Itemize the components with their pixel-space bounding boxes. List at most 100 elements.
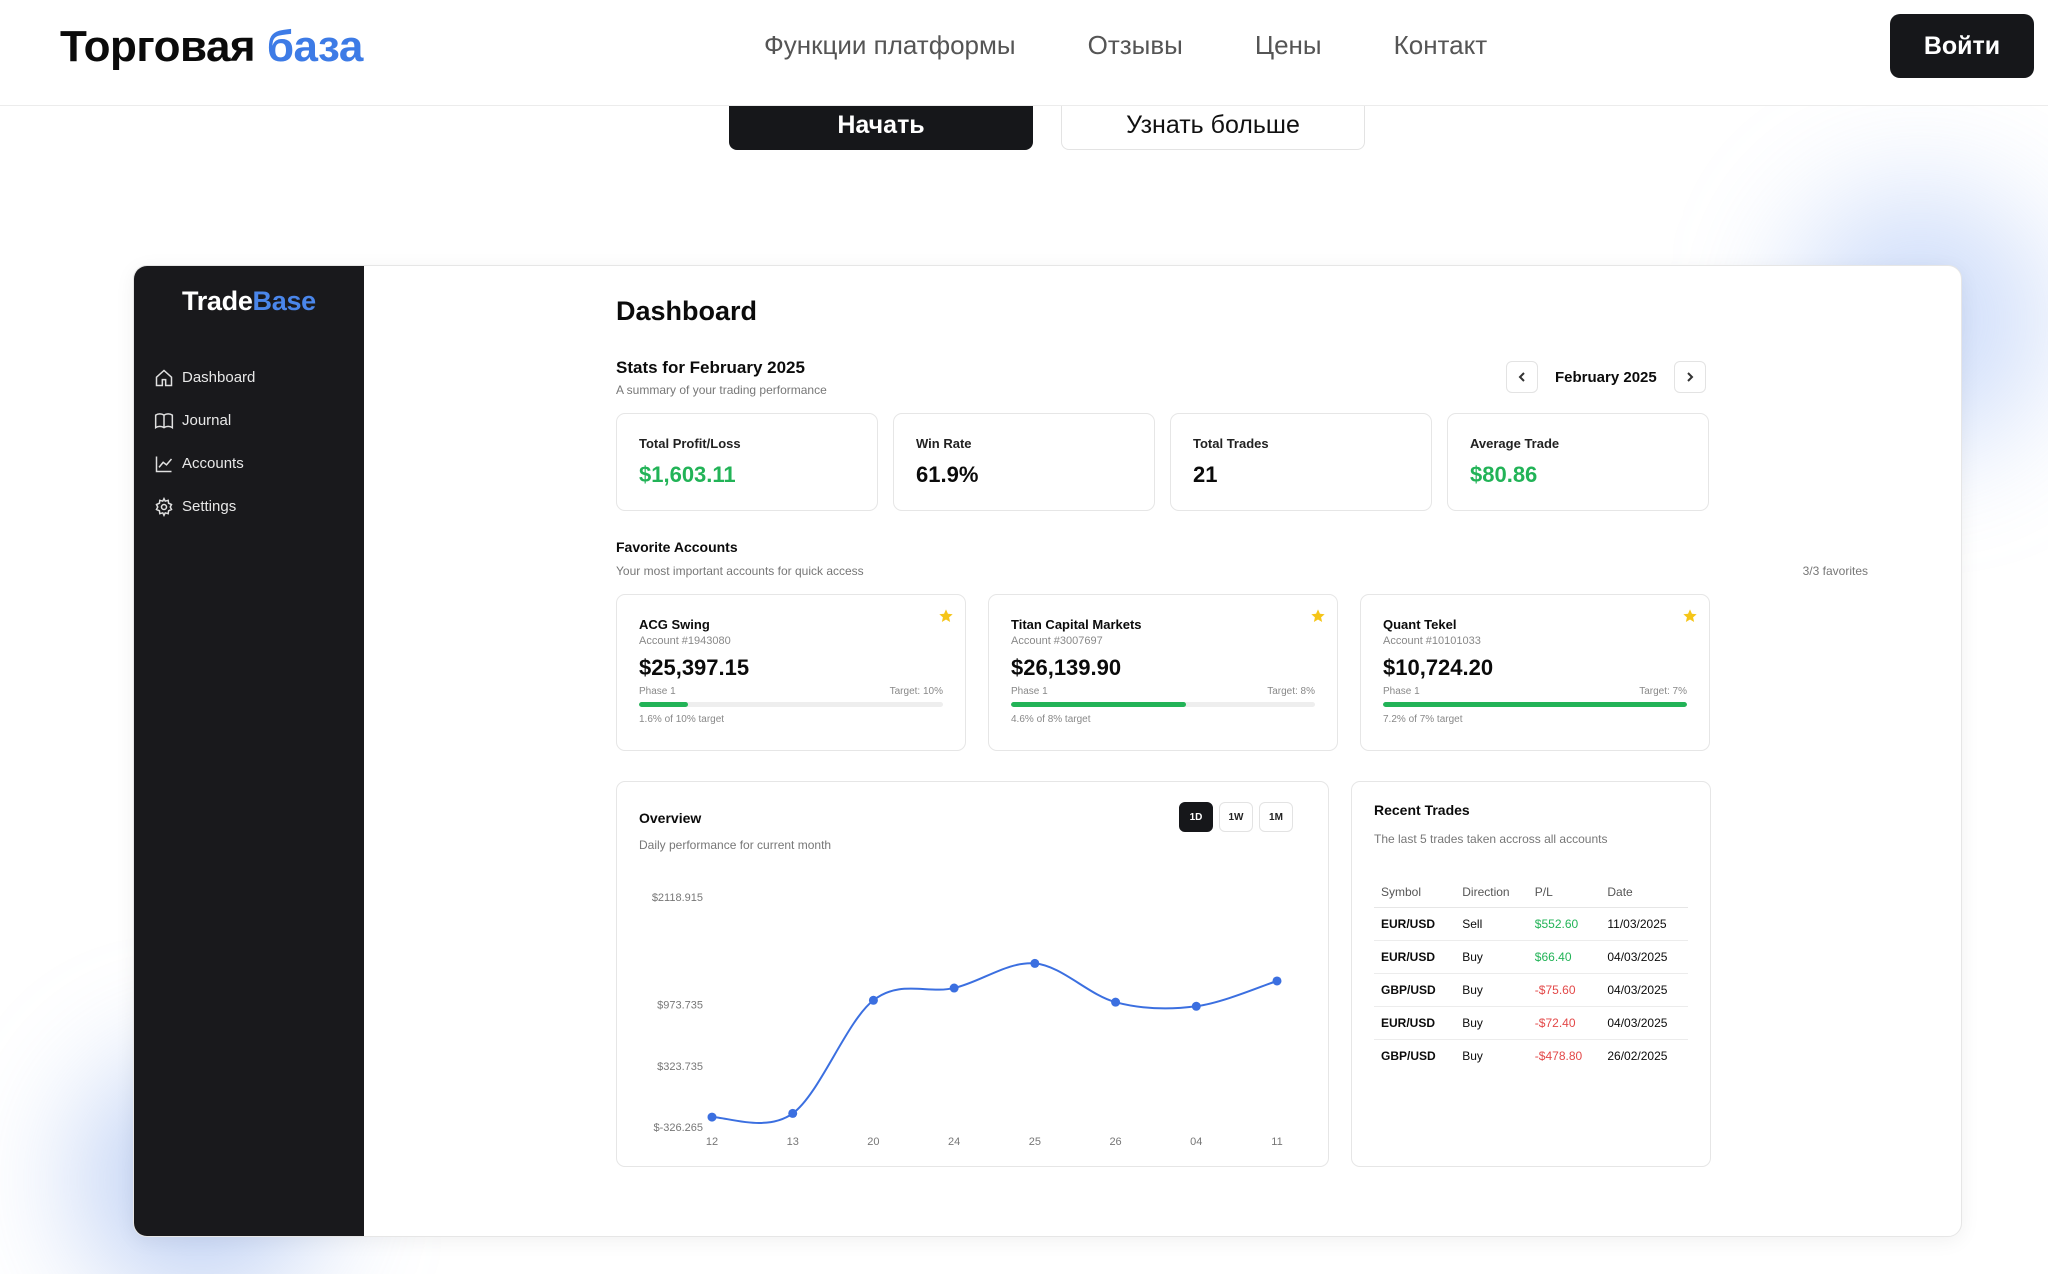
login-button[interactable]: Войти (1890, 14, 2034, 78)
y-tick-label: $2118.915 (652, 892, 703, 904)
account-meta: Phase 1 Target: 7% (1383, 686, 1687, 697)
home-icon (155, 368, 173, 386)
sidebar-item-dashboard[interactable]: Dashboard (154, 356, 255, 399)
x-tick-label: 13 (787, 1136, 799, 1148)
sidebar-item-label: Journal (182, 412, 232, 429)
x-tick-label: 24 (948, 1136, 960, 1148)
table-row[interactable]: EUR/USD Buy -$72.40 04/03/2025 (1374, 1006, 1688, 1040)
data-point[interactable] (949, 983, 959, 993)
star-icon[interactable] (938, 608, 954, 624)
trade-date: 04/03/2025 (1600, 1006, 1688, 1040)
brand-accent: база (266, 22, 363, 71)
sidebar-item-settings[interactable]: Settings (154, 485, 255, 528)
account-target: Target: 7% (1639, 686, 1687, 697)
nav-link-features[interactable]: Функции платформы (764, 30, 1016, 61)
account-card[interactable]: Titan Capital Markets Account #3007697 $… (988, 594, 1338, 751)
account-card[interactable]: Quant Tekel Account #10101033 $10,724.20… (1360, 594, 1710, 751)
app-sidebar: TradeBase Dashboard Journal Accounts Set… (134, 266, 364, 1236)
trade-pl: -$72.40 (1527, 1006, 1601, 1040)
data-point[interactable] (1272, 976, 1282, 986)
progress-bar (1011, 702, 1315, 707)
chart-line-icon (155, 456, 173, 472)
x-tick-label: 12 (706, 1136, 718, 1148)
page-title: Dashboard (616, 296, 758, 326)
stats-title: Stats for February 2025 (616, 358, 805, 377)
x-tick-label: 20 (867, 1136, 879, 1148)
progress-fill (1383, 702, 1687, 707)
range-1w-button[interactable]: 1W (1219, 802, 1253, 832)
dashboard-preview: TradeBase Dashboard Journal Accounts Set… (133, 265, 1962, 1237)
data-point[interactable] (1191, 1001, 1201, 1011)
sidebar-item-label: Dashboard (182, 369, 256, 386)
account-number: Account #10101033 (1383, 635, 1481, 647)
star-icon[interactable] (1310, 608, 1326, 624)
table-row[interactable]: EUR/USD Buy $66.40 04/03/2025 (1374, 940, 1688, 974)
next-month-button[interactable] (1673, 361, 1706, 393)
data-point[interactable] (1111, 997, 1121, 1007)
x-tick-label: 25 (1029, 1136, 1041, 1148)
account-target: Target: 10% (889, 686, 943, 697)
trade-symbol: EUR/USD (1374, 1006, 1456, 1040)
stat-label: Total Profit/Loss (639, 436, 741, 451)
account-meta: Phase 1 Target: 8% (1011, 686, 1315, 697)
current-month: February 2025 (1555, 368, 1657, 386)
overview-subtitle: Daily performance for current month (639, 838, 832, 852)
app-logo[interactable]: TradeBase (182, 286, 316, 317)
data-point[interactable] (868, 995, 878, 1005)
range-1m-button[interactable]: 1M (1259, 802, 1293, 832)
account-target: Target: 8% (1267, 686, 1315, 697)
nav-link-pricing[interactable]: Цены (1255, 30, 1322, 61)
account-name: ACG Swing (639, 617, 710, 632)
data-point[interactable] (788, 1108, 798, 1118)
site-logo[interactable]: Торговая база (60, 22, 363, 72)
stat-card-win-rate: Win Rate 61.9% (893, 413, 1155, 511)
stat-card-profit: Total Profit/Loss $1,603.11 (616, 413, 878, 511)
sidebar-item-label: Settings (182, 498, 237, 515)
sidebar-item-label: Accounts (182, 455, 244, 472)
prev-month-button[interactable] (1506, 361, 1538, 393)
trade-direction: Sell (1455, 907, 1528, 941)
column-header: Date (1600, 877, 1688, 908)
trade-direction: Buy (1455, 1006, 1528, 1040)
trade-date: 26/02/2025 (1607, 1048, 1668, 1063)
trade-date: 04/03/2025 (1600, 940, 1688, 974)
progress-fill (1011, 702, 1186, 707)
progress-fill (639, 702, 688, 707)
account-number: Account #3007697 (1011, 635, 1103, 647)
trade-date: 04/03/2025 (1600, 973, 1688, 1007)
overview-panel: Overview Daily performance for current m… (616, 781, 1329, 1167)
data-point[interactable] (1030, 958, 1040, 968)
progress-bar (1383, 702, 1687, 707)
sidebar-menu: Dashboard Journal Accounts Settings (154, 356, 255, 528)
sidebar-item-accounts[interactable]: Accounts (154, 442, 255, 485)
range-selector: 1D 1W 1M (1179, 802, 1293, 832)
table-row[interactable]: GBP/USD Buy -$75.60 04/03/2025 (1374, 973, 1688, 1007)
x-tick-label: 11 (1271, 1136, 1282, 1148)
table-row[interactable]: GBP/USD Buy -$478.80 26/02/2025 (1374, 1039, 1688, 1072)
series-line (711, 962, 1278, 1124)
account-card[interactable]: ACG Swing Account #1943080 $25,397.15 Ph… (616, 594, 966, 751)
account-balance: $10,724.20 (1383, 655, 1494, 680)
chevron-right-icon (1687, 372, 1694, 382)
brand-name: Торговая (60, 22, 256, 71)
nav-link-reviews[interactable]: Отзывы (1088, 30, 1183, 61)
trade-pl: $552.60 (1527, 907, 1601, 941)
stats-cards: Total Profit/Loss $1,603.11 Win Rate 61.… (616, 413, 1709, 511)
star-icon[interactable] (1682, 608, 1698, 624)
column-header: Symbol (1374, 877, 1456, 908)
recent-trades-panel: Recent Trades The last 5 trades taken ac… (1351, 781, 1711, 1167)
data-point[interactable] (707, 1112, 717, 1122)
stat-card-average-trade: Average Trade $80.86 (1447, 413, 1709, 511)
nav-link-contact[interactable]: Контакт (1394, 30, 1488, 61)
stat-value: 21 (1193, 462, 1218, 487)
dashboard-main: Dashboard Stats for February 2025 A summ… (364, 266, 1961, 1236)
trade-symbol: GBP/USD (1381, 1048, 1436, 1063)
trade-pl: -$478.80 (1534, 1048, 1583, 1063)
range-1d-button[interactable]: 1D (1179, 802, 1213, 832)
account-meta: Phase 1 Target: 10% (639, 686, 943, 697)
chevron-left-icon (1518, 372, 1525, 382)
table-row[interactable]: EUR/USD Sell $552.60 11/03/2025 (1374, 907, 1688, 941)
stat-card-total-trades: Total Trades 21 (1170, 413, 1432, 511)
sidebar-item-journal[interactable]: Journal (154, 399, 255, 442)
y-tick-label: $-326.265 (653, 1122, 703, 1134)
